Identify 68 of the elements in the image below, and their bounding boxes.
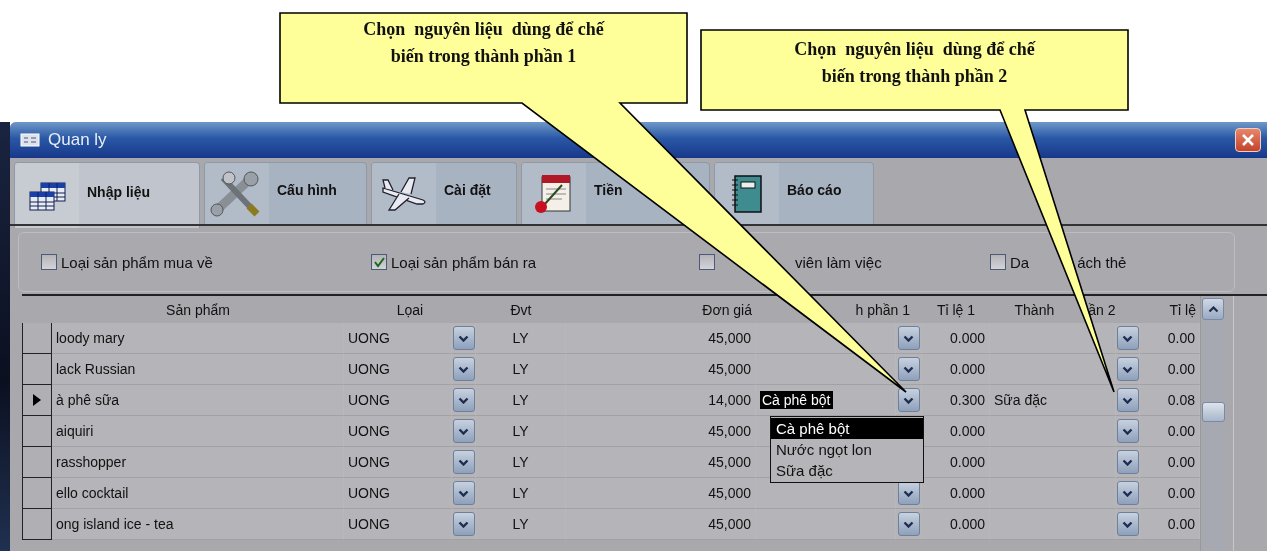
table-cell: 45,000 — [566, 447, 756, 478]
table-cell: Sữa đặc — [990, 385, 1116, 416]
checkbox-label: Loại sản phẩm mua về — [61, 253, 213, 271]
table-cell: UONG — [344, 447, 452, 478]
table-cell: 0.00 — [1140, 323, 1200, 354]
table-cell: ello cocktail — [52, 478, 344, 509]
table-cell: loody mary — [52, 323, 344, 354]
table-cell: LY — [476, 509, 566, 540]
table-cell: à phê sữa — [52, 385, 344, 416]
table-cell: UONG — [344, 416, 452, 447]
table-cell: 0.000 — [922, 416, 990, 447]
table-cell: 0.00 — [1140, 478, 1200, 509]
checkbox-label: ách thẻ — [1077, 253, 1127, 271]
table-cell: 45,000 — [566, 478, 756, 509]
table-cell: UONG — [344, 354, 452, 385]
table-cell: 0.00 — [1140, 509, 1200, 540]
table-cell: UONG — [344, 478, 452, 509]
dropdown-option[interactable]: Sữa đặc — [771, 460, 923, 481]
column-header: Đơn giá — [702, 301, 752, 318]
tab[interactable]: Cài đặt — [371, 162, 517, 224]
table-cell: 14,000 — [566, 385, 756, 416]
column-header: Sản phẩm — [166, 301, 230, 318]
table-cell: rasshopper — [52, 447, 344, 478]
callout-text: Chọn nguyên liệu dùng để chế biến trong thành phần 1 — [362, 18, 606, 68]
tab[interactable]: Nhập liệu — [14, 162, 200, 228]
table-cell: 0.000 — [922, 354, 990, 385]
table-cell: LY — [476, 416, 566, 447]
dropdown-option[interactable]: Cà phê bột — [771, 418, 923, 439]
table-cell: 45,000 — [566, 354, 756, 385]
checkbox-label: Loại sản phẩm bán ra — [391, 253, 537, 271]
table-cell: LY — [476, 478, 566, 509]
checkbox-label: Da — [1010, 253, 1030, 271]
table-cell: ong island ice - tea — [52, 509, 344, 540]
table-cell: UONG — [344, 509, 452, 540]
table-cell: 45,000 — [566, 509, 756, 540]
table-cell: LY — [476, 385, 566, 416]
table-cell: 0.00 — [1140, 416, 1200, 447]
table-cell: 0.00 — [1140, 354, 1200, 385]
dropdown-option[interactable]: Nước ngọt lon — [771, 439, 923, 460]
table-cell: 0.000 — [922, 509, 990, 540]
table-cell: 0.000 — [922, 323, 990, 354]
column-header: Đvt — [510, 301, 532, 318]
table-cell: lack Russian — [52, 354, 344, 385]
column-header: Lọai — [396, 301, 424, 318]
table-cell: 0.08 — [1140, 385, 1200, 416]
column-header: Tỉ lệ 1 — [936, 301, 976, 318]
table-cell: UONG — [344, 323, 452, 354]
table-cell: 0.300 — [922, 385, 990, 416]
column-header: ần 2 — [1088, 301, 1116, 318]
callout-text: Chọn nguyên liệu dùng để chế biến trong thành phần 2 — [793, 38, 1037, 88]
column-header: Thành — [1014, 301, 1055, 318]
table-cell: UONG — [344, 385, 452, 416]
table-cell: 0.000 — [922, 478, 990, 509]
table-cell: aiquiri — [52, 416, 344, 447]
column-header: Tỉ lệ — [1169, 301, 1196, 318]
table-cell: LY — [476, 447, 566, 478]
table-cell: 0.000 — [922, 447, 990, 478]
table-cell: LY — [476, 354, 566, 385]
column-header: h phần 1 — [855, 301, 910, 318]
window-title: Quan ly — [48, 130, 108, 150]
table-cell: LY — [476, 323, 566, 354]
table-cell: 45,000 — [566, 416, 756, 447]
tab[interactable]: Báo cáo — [714, 162, 874, 224]
table-cell[interactable]: Cà phê bột — [756, 385, 896, 416]
checkbox-label: viên làm việc — [795, 253, 882, 271]
table-cell: 45,000 — [566, 323, 756, 354]
table-cell: 0.00 — [1140, 447, 1200, 478]
tab[interactable]: Cấu hình — [204, 162, 367, 224]
